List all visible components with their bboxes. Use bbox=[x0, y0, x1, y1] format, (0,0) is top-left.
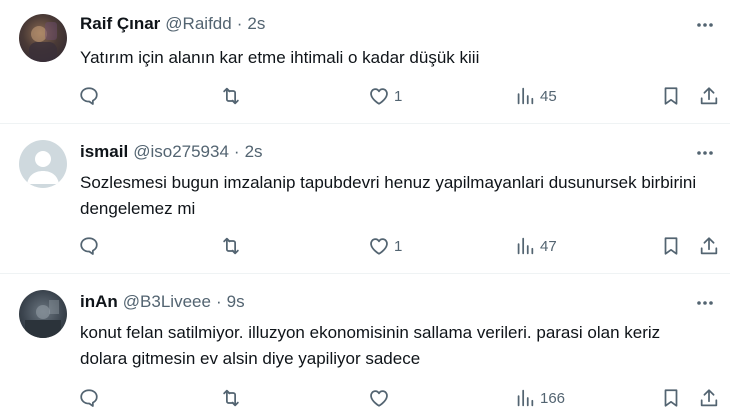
view-count: 166 bbox=[540, 389, 566, 407]
tweet-actions: 1 47 bbox=[70, 228, 730, 264]
tweet-text: Sozlesmesi bugun imzalanip tapubdevri he… bbox=[80, 173, 697, 218]
reply-button[interactable] bbox=[78, 380, 104, 416]
views-button[interactable]: 166 bbox=[514, 380, 565, 416]
more-horizontal-icon bbox=[697, 23, 713, 27]
retweet-button[interactable] bbox=[220, 228, 246, 264]
tweet-text: Yatırım için alanın kar etme ihtimali o … bbox=[80, 48, 480, 67]
reply-button[interactable] bbox=[78, 228, 104, 264]
share-upload-icon bbox=[700, 87, 718, 105]
display-name[interactable]: inAn bbox=[80, 292, 118, 312]
share-button[interactable] bbox=[698, 78, 720, 114]
bookmark-button[interactable] bbox=[660, 380, 682, 416]
bar-chart-icon bbox=[517, 237, 534, 255]
view-count: 47 bbox=[540, 237, 557, 255]
more-horizontal-icon bbox=[697, 301, 713, 305]
avatar[interactable] bbox=[19, 140, 67, 188]
avatar-photo bbox=[25, 300, 61, 338]
share-upload-icon bbox=[700, 237, 718, 255]
tweet-header: ismail @iso275934 · 2s bbox=[80, 142, 263, 162]
timestamp[interactable]: 2s bbox=[245, 142, 263, 162]
tweet-actions: 166 bbox=[70, 380, 730, 416]
bookmark-button[interactable] bbox=[660, 228, 682, 264]
like-button[interactable]: 1 bbox=[368, 228, 402, 264]
avatar-photo bbox=[29, 22, 57, 62]
share-upload-icon bbox=[700, 389, 718, 407]
user-handle[interactable]: @iso275934 bbox=[133, 142, 229, 162]
more-options-button[interactable] bbox=[694, 292, 716, 314]
share-button[interactable] bbox=[698, 228, 720, 264]
tweet-item[interactable]: Raif Çınar @Raifdd · 2s Yatırım için ala… bbox=[0, 0, 730, 124]
like-button[interactable] bbox=[368, 380, 394, 416]
more-horizontal-icon bbox=[697, 151, 713, 155]
bookmark-icon bbox=[664, 237, 678, 255]
reply-bubble-icon bbox=[80, 237, 98, 255]
retweet-icon bbox=[223, 389, 239, 407]
bar-chart-icon bbox=[517, 87, 534, 105]
separator-dot: · bbox=[233, 142, 240, 161]
separator-dot: · bbox=[215, 292, 222, 311]
like-count: 1 bbox=[394, 237, 403, 255]
retweet-icon bbox=[223, 87, 239, 105]
like-button[interactable]: 1 bbox=[368, 78, 402, 114]
tweet-header: Raif Çınar @Raifdd · 2s bbox=[80, 14, 265, 34]
like-count: 1 bbox=[394, 87, 403, 105]
avatar[interactable] bbox=[19, 14, 67, 62]
share-button[interactable] bbox=[698, 380, 720, 416]
default-avatar-icon bbox=[27, 151, 59, 184]
retweet-icon bbox=[223, 237, 239, 255]
tweet-actions: 1 45 bbox=[70, 78, 730, 114]
heart-icon bbox=[370, 238, 388, 255]
timestamp[interactable]: 2s bbox=[247, 14, 265, 34]
retweet-button[interactable] bbox=[220, 380, 246, 416]
reply-button[interactable] bbox=[78, 78, 104, 114]
bookmark-icon bbox=[664, 389, 678, 407]
display-name[interactable]: Raif Çınar bbox=[80, 14, 160, 34]
tweet-item[interactable]: ismail @iso275934 · 2s Sozlesmesi bugun … bbox=[0, 124, 730, 274]
views-button[interactable]: 47 bbox=[514, 228, 557, 264]
more-options-button[interactable] bbox=[694, 142, 716, 164]
display-name[interactable]: ismail bbox=[80, 142, 128, 162]
separator-dot: · bbox=[236, 14, 243, 33]
bookmark-button[interactable] bbox=[660, 78, 682, 114]
bar-chart-icon bbox=[517, 389, 534, 407]
views-button[interactable]: 45 bbox=[514, 78, 557, 114]
avatar[interactable] bbox=[19, 290, 67, 338]
reply-bubble-icon bbox=[80, 389, 98, 407]
tweet-header: inAn @B3Liveee · 9s bbox=[80, 292, 245, 312]
tweet-item[interactable]: inAn @B3Liveee · 9s konut felan satilmiy… bbox=[0, 274, 730, 420]
user-handle[interactable]: @B3Liveee bbox=[123, 292, 211, 312]
timestamp[interactable]: 9s bbox=[227, 292, 245, 312]
more-options-button[interactable] bbox=[694, 14, 716, 36]
user-handle[interactable]: @Raifdd bbox=[165, 14, 231, 34]
retweet-button[interactable] bbox=[220, 78, 246, 114]
tweet-text: konut felan satilmiyor. illuzyon ekonomi… bbox=[80, 323, 661, 368]
view-count: 45 bbox=[540, 87, 557, 105]
reply-bubble-icon bbox=[80, 87, 98, 105]
bookmark-icon bbox=[664, 87, 678, 105]
heart-icon bbox=[370, 390, 388, 407]
heart-icon bbox=[370, 88, 388, 105]
